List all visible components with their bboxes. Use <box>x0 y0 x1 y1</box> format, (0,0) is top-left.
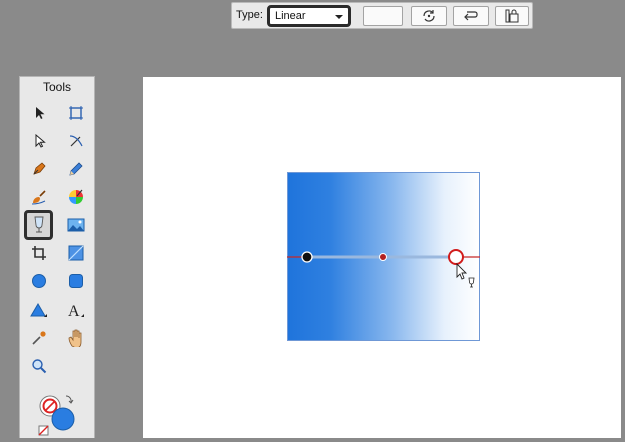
hand-icon <box>68 329 82 347</box>
freeform-icon <box>69 135 83 147</box>
gradient-swatch-button[interactable] <box>363 6 403 26</box>
tool-rounded-rect[interactable] <box>63 268 89 294</box>
type-label: Type: <box>236 9 263 21</box>
tool-text[interactable]: A <box>63 297 89 323</box>
svg-text:A: A <box>68 303 80 318</box>
tool-eyedropper[interactable] <box>26 325 52 351</box>
lock-button[interactable] <box>495 6 529 26</box>
tool-pencil[interactable] <box>63 156 89 182</box>
subselect-arrow-icon <box>35 134 46 148</box>
tool-pen[interactable] <box>26 156 52 182</box>
pen-icon <box>33 162 46 175</box>
tools-panel: Tools A <box>19 76 95 438</box>
image-icon <box>67 218 85 232</box>
pencil-icon <box>69 162 83 176</box>
tool-subselect[interactable] <box>26 128 52 154</box>
tool-hand[interactable] <box>63 325 89 351</box>
gradient-tool-icon <box>33 216 44 233</box>
tool-brush[interactable] <box>26 184 52 210</box>
reverse-button[interactable] <box>453 6 489 26</box>
chevron-down-icon <box>335 15 343 19</box>
eyedropper-icon <box>32 331 46 345</box>
gradient-type-select[interactable]: Linear <box>267 5 351 27</box>
rounded-rect-icon <box>69 274 83 288</box>
tool-color-wheel[interactable] <box>63 184 89 210</box>
tool-image[interactable] <box>63 212 89 238</box>
gradient-type-value: Linear <box>275 10 306 22</box>
artboard-icon <box>69 106 83 120</box>
selection-arrow-icon <box>36 107 45 119</box>
crop-icon <box>32 246 46 260</box>
fill-stroke-swatches[interactable] <box>36 393 80 437</box>
triangle-icon <box>30 303 47 317</box>
tools-title: Tools <box>42 80 71 94</box>
text-icon: A <box>68 303 84 318</box>
tool-crop[interactable] <box>26 240 52 266</box>
tool-triangle[interactable] <box>26 297 52 323</box>
gradient-toolbar: Type: Linear <box>231 2 533 29</box>
color-wheel-icon <box>69 189 83 204</box>
tool-zoom[interactable] <box>26 353 52 379</box>
tool-artboard[interactable] <box>63 100 89 126</box>
zoom-icon <box>32 359 47 374</box>
lock-icon <box>505 9 519 23</box>
rotate-icon <box>423 10 435 22</box>
reverse-icon <box>464 11 478 21</box>
gradient-filled-rectangle[interactable] <box>287 172 480 341</box>
circle-icon <box>32 274 46 288</box>
tool-circle[interactable] <box>26 268 52 294</box>
brush-icon <box>31 190 46 205</box>
tool-gradient[interactable] <box>24 210 53 240</box>
rotate-button[interactable] <box>411 6 447 26</box>
slice-icon <box>68 245 84 261</box>
tool-selection[interactable] <box>26 100 52 126</box>
tool-freeform[interactable] <box>63 128 89 154</box>
tool-slice[interactable] <box>63 240 89 266</box>
color-swatches-icon <box>38 395 75 436</box>
